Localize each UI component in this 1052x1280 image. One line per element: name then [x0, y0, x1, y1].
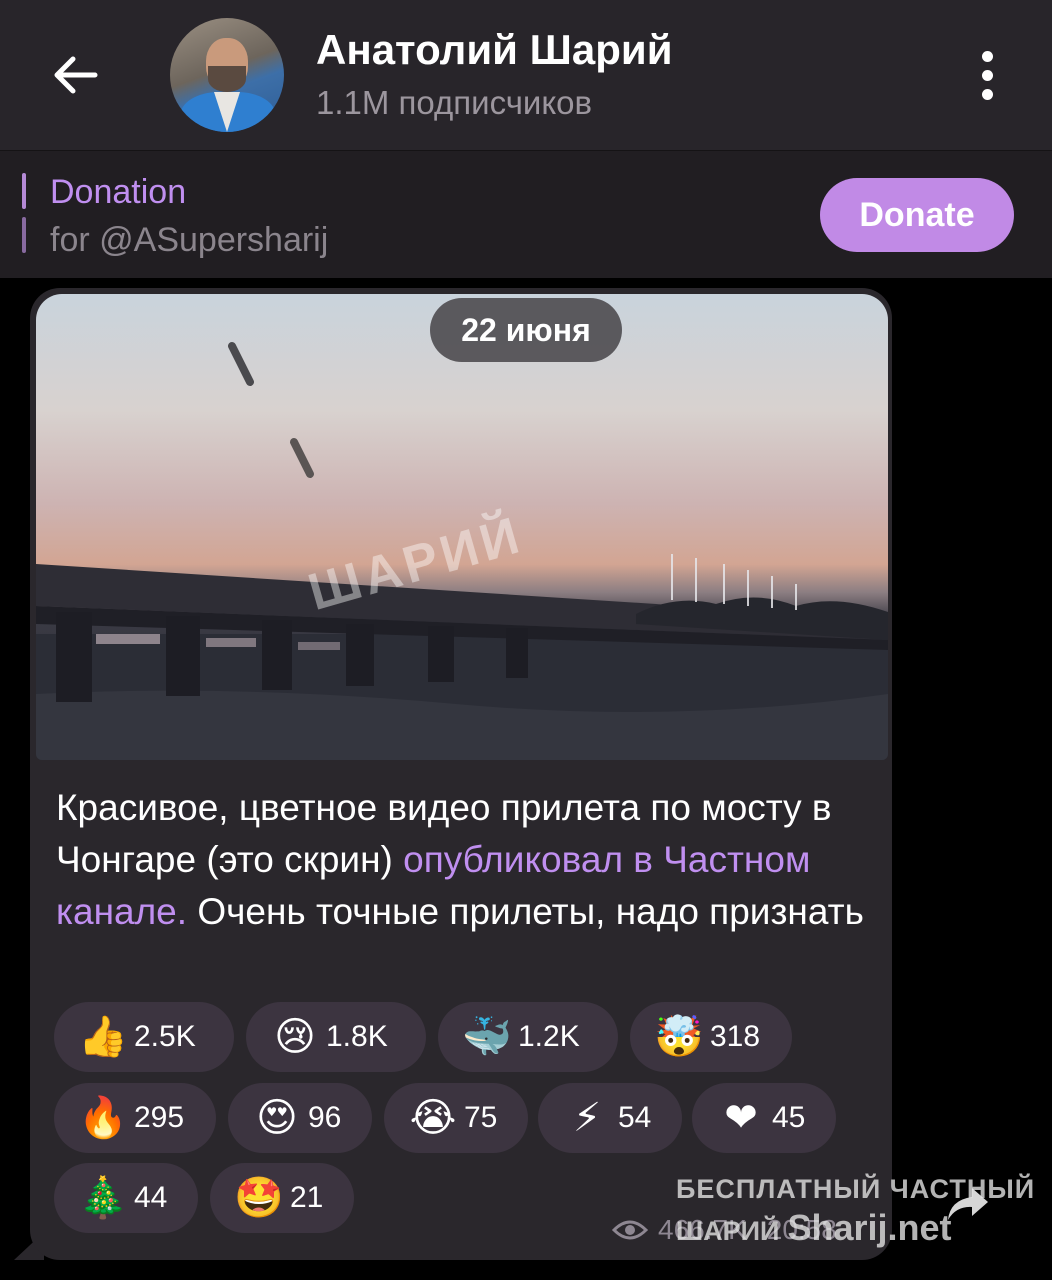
pin-indicator — [22, 173, 26, 209]
chat-header: Анатолий Шарий 1.1M подписчиков — [0, 0, 1052, 150]
pinned-title: Donation — [50, 173, 187, 211]
back-button[interactable] — [40, 40, 110, 110]
pin-indicator-2 — [22, 217, 26, 253]
subscriber-count: 1.1M подписчиков — [316, 84, 593, 121]
christmas-tree-icon: 🎄 — [78, 1175, 128, 1221]
reaction-count: 1.2K — [518, 1020, 580, 1053]
whale-icon: 🐳 — [462, 1014, 512, 1060]
donate-button[interactable]: Donate — [820, 178, 1014, 252]
reaction-count: 295 — [134, 1101, 185, 1134]
reaction-button[interactable]: 🎄 44 — [54, 1163, 198, 1233]
reaction-count: 45 — [772, 1101, 806, 1134]
reaction-button[interactable]: ❤ 45 — [692, 1083, 836, 1153]
date-badge: 22 июня — [430, 298, 622, 362]
star-struck-icon: 🤩 — [234, 1175, 284, 1221]
sobbing-face-icon: 😭 — [409, 1095, 457, 1141]
heart-icon: ❤ — [724, 1095, 758, 1141]
reaction-button[interactable]: 🐳 1.2K — [438, 1002, 618, 1072]
reaction-button[interactable]: 😢 1.8K — [246, 1002, 426, 1072]
reaction-count: 44 — [134, 1181, 168, 1214]
lightning-icon: ⚡ — [572, 1095, 602, 1141]
site-watermark: БЕСПЛАТНЫЙ ЧАСТНЫЙ ШАРИЙ Sharij.net — [676, 1174, 1035, 1249]
reaction-button[interactable]: 😍 96 — [228, 1083, 372, 1153]
thumbs-up-icon: 👍 — [78, 1014, 128, 1060]
eye-icon — [612, 1220, 648, 1240]
reaction-count: 318 — [710, 1020, 761, 1053]
reaction-count: 1.8K — [326, 1020, 388, 1053]
message-text-part2: Очень точные прилеты, надо признать — [187, 891, 864, 932]
more-options-button[interactable] — [962, 44, 1012, 106]
media-preview[interactable]: ШАРИЙ — [36, 294, 888, 760]
reaction-button[interactable]: 🔥 295 — [54, 1083, 216, 1153]
heart-eyes-icon: 😍 — [256, 1095, 298, 1141]
reaction-count: 75 — [464, 1101, 498, 1134]
reaction-button[interactable]: 🤯 318 — [630, 1002, 792, 1072]
site-watermark-big: Sharij.net — [787, 1207, 952, 1248]
arrow-left-icon — [54, 56, 98, 94]
channel-avatar[interactable] — [170, 18, 284, 132]
more-vertical-icon — [981, 50, 993, 62]
reaction-count: 21 — [290, 1181, 324, 1214]
crying-face-icon: 😢 — [274, 1014, 316, 1060]
reaction-count: 2.5K — [134, 1020, 196, 1053]
reaction-button[interactable]: ⚡ 54 — [538, 1083, 682, 1153]
reaction-button[interactable]: 🤩 21 — [210, 1163, 354, 1233]
reaction-count: 54 — [618, 1101, 652, 1134]
site-watermark-line1: БЕСПЛАТНЫЙ ЧАСТНЫЙ — [676, 1174, 1036, 1204]
reaction-button[interactable]: 😭 75 — [384, 1083, 528, 1153]
exploding-head-icon: 🤯 — [654, 1014, 704, 1060]
reaction-button[interactable]: 👍 2.5K — [54, 1002, 234, 1072]
channel-name[interactable]: Анатолий Шарий — [316, 26, 673, 74]
site-watermark-small: ШАРИЙ — [676, 1216, 780, 1246]
fire-icon: 🔥 — [78, 1095, 128, 1141]
message-text: Красивое, цветное видео прилета по мосту… — [56, 782, 876, 938]
reaction-count: 96 — [308, 1101, 342, 1134]
pinned-message-bar[interactable]: Donation for @ASupersharij Donate — [0, 150, 1052, 278]
pinned-subtitle: for @ASupersharij — [50, 221, 329, 259]
